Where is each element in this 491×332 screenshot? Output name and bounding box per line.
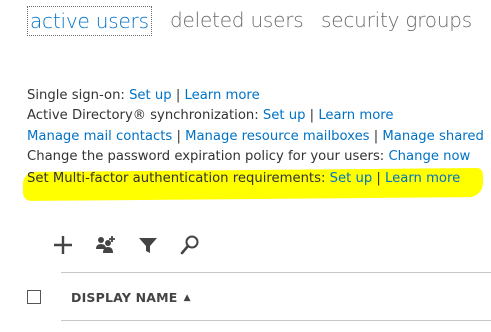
sso-setup-link[interactable]: Set up — [129, 88, 172, 103]
manage-shared-link[interactable]: Manage shared — [382, 129, 484, 144]
separator: | — [369, 128, 383, 144]
separator: | — [172, 128, 186, 144]
search-icon[interactable] — [177, 232, 203, 258]
settings-links: Single sign-on: Set up | Learn more Acti… — [27, 86, 491, 189]
sso-learn-more-link[interactable]: Learn more — [184, 88, 259, 103]
table-header-divider — [61, 320, 491, 321]
mfa-line: Set Multi-factor authentication requirem… — [27, 169, 491, 189]
display-name-column-header[interactable]: DISPLAY NAME ▲ — [71, 290, 191, 305]
manage-resource-mailboxes-link[interactable]: Manage resource mailboxes — [185, 129, 369, 144]
adsync-line: Active Directory® synchronization: Set u… — [27, 106, 491, 126]
adsync-label: Active Directory® synchronization: — [27, 108, 263, 124]
mfa-learn-more-link[interactable]: Learn more — [385, 171, 460, 186]
add-icon[interactable] — [50, 232, 76, 258]
sso-line: Single sign-on: Set up | Learn more — [27, 86, 491, 106]
mfa-setup-link[interactable]: Set up — [330, 171, 373, 186]
table-top-divider — [61, 272, 491, 273]
password-change-now-link[interactable]: Change now — [388, 149, 470, 164]
password-label: Change the password expiration policy fo… — [27, 149, 389, 165]
tab-security-groups[interactable]: security groups — [321, 6, 472, 36]
password-line: Change the password expiration policy fo… — [27, 147, 491, 167]
select-all-checkbox[interactable] — [27, 290, 41, 304]
manage-line: Manage mail contacts | Manage resource m… — [27, 127, 491, 147]
manage-mail-contacts-link[interactable]: Manage mail contacts — [27, 129, 172, 144]
separator: | — [372, 170, 386, 186]
mfa-label: Set Multi-factor authentication requirem… — [27, 170, 330, 186]
adsync-learn-more-link[interactable]: Learn more — [318, 108, 393, 123]
filter-icon[interactable] — [135, 232, 161, 258]
separator: | — [171, 88, 185, 103]
tab-active-users[interactable]: active users — [27, 6, 152, 36]
sort-ascending-icon: ▲ — [183, 293, 191, 303]
adsync-setup-link[interactable]: Set up — [263, 108, 306, 123]
column-header-label: DISPLAY NAME — [71, 290, 178, 305]
bulk-add-icon[interactable] — [92, 232, 118, 258]
separator: | — [305, 108, 319, 124]
sso-label: Single sign-on: — [27, 88, 130, 103]
tab-deleted-users[interactable]: deleted users — [170, 6, 304, 36]
